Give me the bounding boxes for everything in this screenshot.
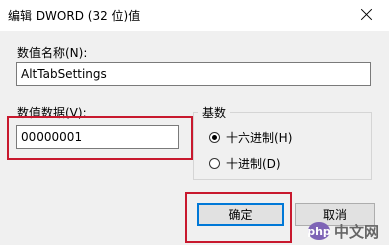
- value-data-field[interactable]: 00000001: [16, 125, 179, 149]
- watermark: php 中文网: [307, 220, 380, 242]
- value-data-text: 00000001: [21, 130, 83, 144]
- radio-hexadecimal[interactable]: 十六进制(H): [209, 129, 292, 146]
- value-name-field[interactable]: AltTabSettings: [16, 62, 371, 86]
- title-bar: 编辑 DWORD (32 位)值: [0, 0, 389, 31]
- value-name-text: AltTabSettings: [21, 67, 107, 81]
- dialog-title: 编辑 DWORD (32 位)值: [8, 9, 141, 23]
- php-logo-icon: php: [307, 222, 331, 240]
- radio-dec-circle[interactable]: [209, 158, 220, 169]
- base-group-title: 基数: [198, 104, 231, 121]
- radio-hex-circle[interactable]: [209, 132, 220, 143]
- ok-button[interactable]: 确定: [197, 203, 284, 226]
- ok-button-label: 确定: [228, 208, 253, 222]
- value-name-label: 数值名称(N):: [17, 46, 88, 60]
- radio-dec-label: 十进制(D): [226, 157, 281, 171]
- radio-hex-label: 十六进制(H): [226, 131, 293, 145]
- watermark-text: 中文网: [334, 222, 380, 241]
- radio-decimal[interactable]: 十进制(D): [209, 155, 281, 172]
- close-icon[interactable]: [356, 5, 378, 25]
